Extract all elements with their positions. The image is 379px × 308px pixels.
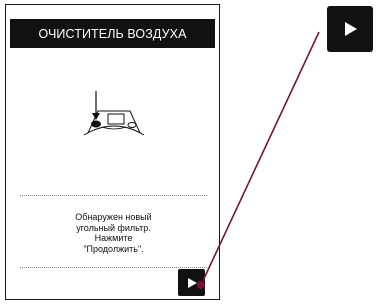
device-screen: ОЧИСТИТЕЛЬ ВОЗДУХА Обнаружен новый уголь… xyxy=(5,4,220,300)
continue-button[interactable] xyxy=(178,269,205,296)
air-purifier-filter-icon xyxy=(83,91,145,136)
title-bar: ОЧИСТИТЕЛЬ ВОЗДУХА xyxy=(10,19,215,48)
play-triangle-icon xyxy=(187,277,197,288)
play-triangle-icon xyxy=(345,22,357,36)
page-title: ОЧИСТИТЕЛЬ ВОЗДУХА xyxy=(38,26,187,41)
message-line: Обнаружен новый xyxy=(75,212,152,222)
message-line: "Продолжить". xyxy=(83,243,144,254)
message-line: Нажмите xyxy=(94,233,133,243)
continue-button-callout[interactable] xyxy=(327,6,373,52)
status-message: Обнаружен новый угольный фильтр. Нажмите… xyxy=(26,212,201,254)
message-line: угольный фильтр. xyxy=(76,222,151,233)
divider-top xyxy=(20,195,207,196)
divider-bottom xyxy=(20,267,207,268)
